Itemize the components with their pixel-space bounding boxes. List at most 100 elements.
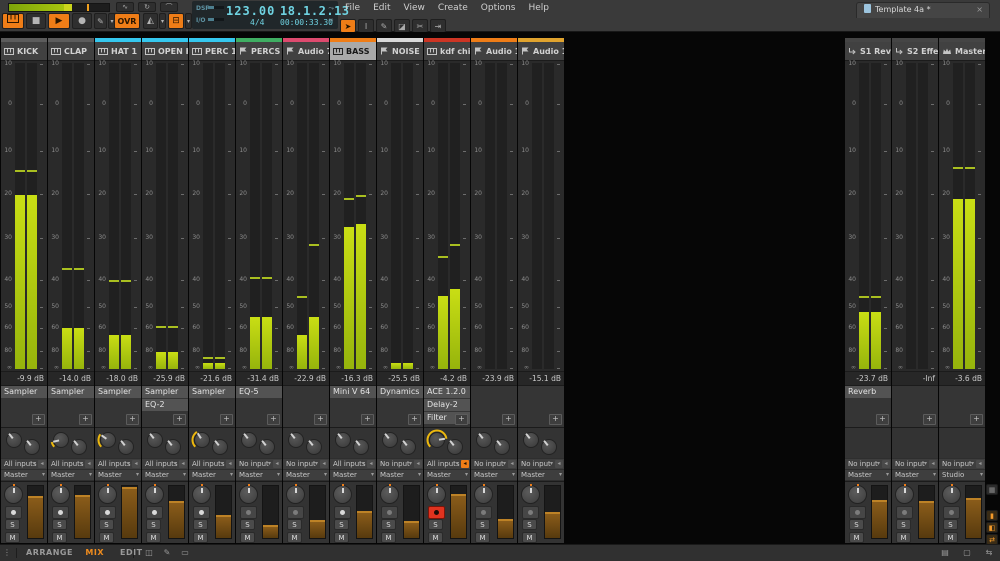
automation-write-button[interactable]: ✎ — [94, 13, 107, 29]
send-knob-s1[interactable] — [239, 430, 259, 450]
device-chip-sampler[interactable]: Sampler — [1, 386, 47, 398]
input-routing-select[interactable]: No input▾◂ — [892, 459, 938, 469]
pan-knob[interactable] — [192, 485, 211, 504]
record-arm-button[interactable] — [5, 506, 22, 519]
playhead-time[interactable]: 00:00:33.30 — [280, 18, 333, 27]
monitor-toggle-icon[interactable]: ◂ — [320, 460, 328, 468]
monitor-toggle-icon[interactable]: ◂ — [414, 460, 422, 468]
solo-button[interactable]: S — [5, 519, 20, 530]
metronome-toggle[interactable]: ◭ — [143, 13, 158, 29]
track-header-kdf-chicago[interactable]: kdf chicago ... — [424, 42, 470, 61]
pan-knob[interactable] — [521, 485, 540, 504]
input-routing-select[interactable]: No input▾◂ — [377, 459, 423, 469]
record-arm-button[interactable] — [334, 506, 351, 519]
volume-fader[interactable] — [215, 485, 232, 539]
output-routing-select[interactable]: Master▾ — [236, 470, 282, 480]
volume-fader[interactable] — [309, 485, 326, 539]
monitor-toggle-icon[interactable]: ◂ — [976, 460, 984, 468]
input-caret-icon[interactable]: ▾ — [362, 459, 365, 469]
input-caret-icon[interactable]: ▾ — [80, 459, 83, 469]
send-knob-s1[interactable] — [333, 430, 353, 450]
volume-fader[interactable] — [871, 485, 888, 539]
mute-button[interactable]: M — [5, 532, 20, 543]
mute-button[interactable]: M — [334, 532, 349, 543]
send-knob-s1[interactable] — [474, 430, 494, 450]
output-caret-icon[interactable]: ▾ — [89, 470, 92, 480]
input-routing-select[interactable]: All inputs▾◂ — [330, 459, 376, 469]
input-routing-select[interactable]: All inputs▾◂ — [189, 459, 235, 469]
pan-knob[interactable] — [333, 485, 352, 504]
pointer-tool-icon[interactable]: ➤ — [340, 19, 356, 33]
record-arm-button[interactable] — [287, 506, 304, 519]
track-header-perc-1[interactable]: PERC 1 — [189, 42, 235, 61]
monitor-toggle-icon[interactable]: ◂ — [179, 460, 187, 468]
input-caret-icon[interactable]: ▾ — [221, 459, 224, 469]
device-chip-eq-5[interactable]: EQ-5 — [236, 386, 282, 398]
volume-fader[interactable] — [262, 485, 279, 539]
pan-knob[interactable] — [4, 485, 23, 504]
monitor-toggle-icon[interactable]: ◂ — [226, 460, 234, 468]
volume-fader[interactable] — [450, 485, 467, 539]
pan-knob[interactable] — [380, 485, 399, 504]
send-knob-s2[interactable] — [351, 437, 371, 457]
pencil-tool-icon[interactable]: ✎ — [376, 19, 392, 33]
input-caret-icon[interactable]: ▾ — [971, 459, 974, 469]
monitor-toggle-icon[interactable]: ◂ — [929, 460, 937, 468]
add-device-button[interactable]: + — [502, 414, 515, 425]
record-arm-button[interactable] — [240, 506, 257, 519]
monitor-toggle-icon[interactable]: ◂ — [367, 460, 375, 468]
pan-knob[interactable] — [895, 485, 914, 504]
record-button[interactable]: ● — [72, 13, 92, 29]
send-knob-s2[interactable] — [22, 437, 42, 457]
stop-button[interactable]: ■ — [26, 13, 46, 29]
track-header-noise[interactable]: NOISE — [377, 42, 423, 61]
output-caret-icon[interactable]: ▾ — [277, 470, 280, 480]
mute-button[interactable]: M — [522, 532, 537, 543]
mute-button[interactable]: M — [99, 532, 114, 543]
input-routing-select[interactable]: All inputs▾◂ — [424, 459, 470, 469]
volume-fader[interactable] — [965, 485, 982, 539]
volume-fader[interactable] — [356, 485, 373, 539]
output-caret-icon[interactable]: ▾ — [512, 470, 515, 480]
record-arm-button[interactable] — [428, 506, 445, 519]
device-chip-reverb[interactable]: Reverb — [845, 386, 891, 398]
track-header-audio-7[interactable]: Audio 7 — [283, 42, 329, 61]
device-chip-sampler[interactable]: Sampler — [95, 386, 141, 398]
add-device-button[interactable]: + — [408, 414, 421, 425]
send-knob-s1[interactable] — [51, 430, 71, 450]
track-header-hat-1[interactable]: HAT 1 — [95, 42, 141, 61]
add-device-button[interactable]: + — [173, 414, 186, 425]
solo-button[interactable]: S — [381, 519, 396, 530]
view-tab-mix[interactable]: MIX — [85, 545, 104, 561]
track-header-master[interactable]: Master — [939, 42, 985, 61]
mixer-io-toggle-icon[interactable]: ◫ — [142, 547, 156, 559]
solo-button[interactable]: S — [849, 519, 864, 530]
solo-button[interactable]: S — [475, 519, 490, 530]
device-chip-sampler[interactable]: Sampler — [142, 386, 188, 398]
send-knob-s2[interactable] — [116, 437, 136, 457]
monitor-toggle-icon[interactable]: ◂ — [555, 460, 563, 468]
input-caret-icon[interactable]: ▾ — [877, 459, 880, 469]
mute-button[interactable]: M — [475, 532, 490, 543]
output-routing-select[interactable]: Master▾ — [142, 470, 188, 480]
tempo-value[interactable]: 123.00 — [226, 4, 275, 18]
menu-item-options[interactable]: Options — [481, 3, 516, 13]
add-device-button[interactable]: + — [923, 414, 936, 425]
input-routing-select[interactable]: No input▾◂ — [518, 459, 564, 469]
add-device-button[interactable]: + — [549, 414, 562, 425]
input-caret-icon[interactable]: ▾ — [33, 459, 36, 469]
project-tab[interactable]: Template 4a * × — [856, 2, 990, 18]
volume-fader[interactable] — [497, 485, 514, 539]
device-chip-mini-v-64[interactable]: Mini V 64 — [330, 386, 376, 398]
track-header-clap[interactable]: CLAP — [48, 42, 94, 61]
input-routing-select[interactable]: All inputs▾◂ — [1, 459, 47, 469]
mute-button[interactable]: M — [287, 532, 302, 543]
send-knob-s1[interactable] — [4, 430, 24, 450]
solo-button[interactable]: S — [146, 519, 161, 530]
add-device-button[interactable]: + — [314, 414, 327, 425]
solo-button[interactable]: S — [428, 519, 443, 530]
pan-knob[interactable] — [145, 485, 164, 504]
output-routing-select[interactable]: Master▾ — [518, 470, 564, 480]
device-chip-sampler[interactable]: Sampler — [189, 386, 235, 398]
track-header-open-hat[interactable]: OPEN HAT — [142, 42, 188, 61]
